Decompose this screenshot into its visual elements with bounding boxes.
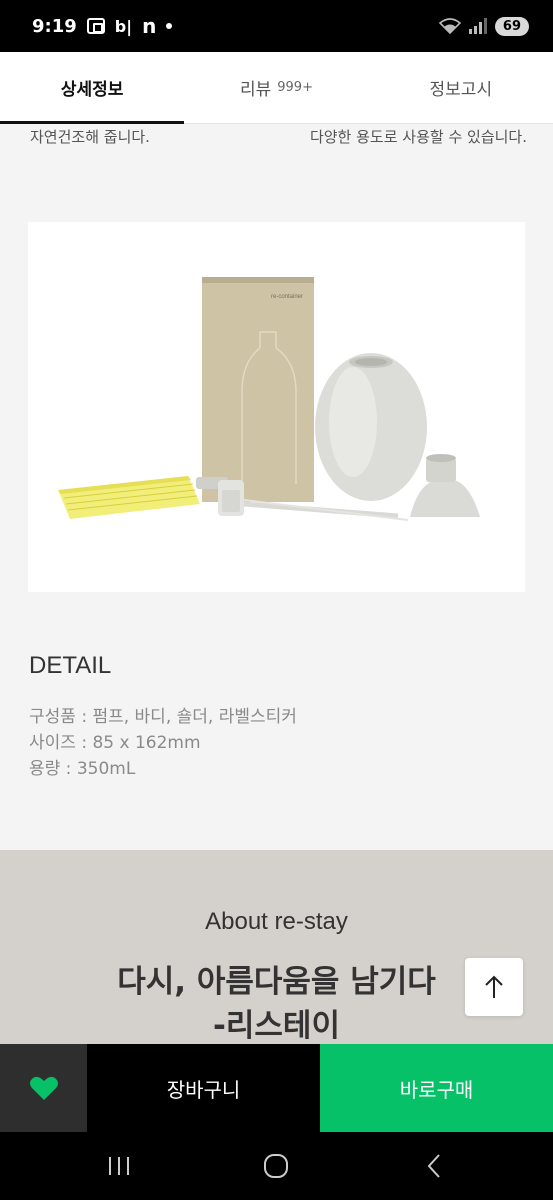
cut-off-text-right: 다양한 용도로 사용할 수 있습니다. [309, 128, 527, 146]
dot-icon [166, 23, 173, 29]
recent-apps-button[interactable] [89, 1141, 149, 1191]
tab-review-label: 리뷰 [239, 80, 272, 100]
heart-icon [29, 1076, 58, 1100]
wishlist-button[interactable] [0, 1044, 87, 1132]
signal-icon [468, 18, 487, 34]
recent-apps-icon [108, 1157, 129, 1175]
tab-notice[interactable]: 정보고시 [369, 52, 553, 123]
bottom-action-bar: 장바구니 바로구매 [0, 1044, 553, 1132]
cut-off-text-left: 자연건조해 줍니다. [30, 128, 150, 146]
product-detail-content[interactable]: 자연건조해 줍니다. 다양한 용도로 사용할 수 있습니다. re-contai… [0, 124, 553, 1044]
n-icon: n [142, 14, 157, 38]
tab-notice-label: 정보고시 [429, 80, 493, 100]
bottle-shoulder [410, 454, 480, 517]
tab-detail-label: 상세정보 [60, 80, 124, 100]
home-button[interactable] [246, 1141, 306, 1191]
wifi-icon [438, 18, 461, 34]
screenshot-icon [86, 18, 105, 34]
tab-review[interactable]: 리뷰 999+ [184, 52, 368, 123]
add-to-cart-button[interactable]: 장바구니 [87, 1044, 320, 1132]
about-title: About re-stay [205, 908, 348, 935]
detail-spec-list: 구성품 : 펌프, 바디, 숄더, 라벨스티커 사이즈 : 85 x 162mm… [29, 704, 297, 782]
home-icon [264, 1154, 289, 1178]
tab-detail[interactable]: 상세정보 [0, 52, 185, 124]
scroll-to-top-button[interactable] [465, 958, 523, 1016]
back-icon [427, 1154, 440, 1178]
buy-now-button[interactable]: 바로구매 [320, 1044, 553, 1132]
bottle-body [315, 353, 427, 501]
tab-bar: 상세정보 리뷰 999+ 정보고시 [0, 52, 553, 124]
product-image: re-container [28, 222, 525, 592]
status-time: 9:19 [32, 15, 77, 37]
b-icon: b| [114, 16, 133, 36]
product-box: re-container [202, 277, 314, 502]
detail-spec-size: 사이즈 : 85 x 162mm [29, 733, 201, 753]
battery-indicator: 69 [494, 16, 529, 36]
detail-spec-components: 구성품 : 펌프, 바디, 숄더, 라벨스티커 [29, 707, 297, 727]
tab-review-count: 999+ [277, 80, 313, 95]
back-button[interactable] [404, 1141, 464, 1191]
box-brand-text: re-container [271, 294, 303, 300]
arrow-up-icon [485, 975, 503, 998]
system-nav-bar [0, 1132, 553, 1200]
detail-spec-volume: 용량 : 350mL [29, 759, 136, 779]
detail-heading: DETAIL [29, 652, 112, 679]
label-sticker-sheet [58, 476, 200, 519]
status-bar: 9:19 b| n 69 [0, 0, 553, 52]
